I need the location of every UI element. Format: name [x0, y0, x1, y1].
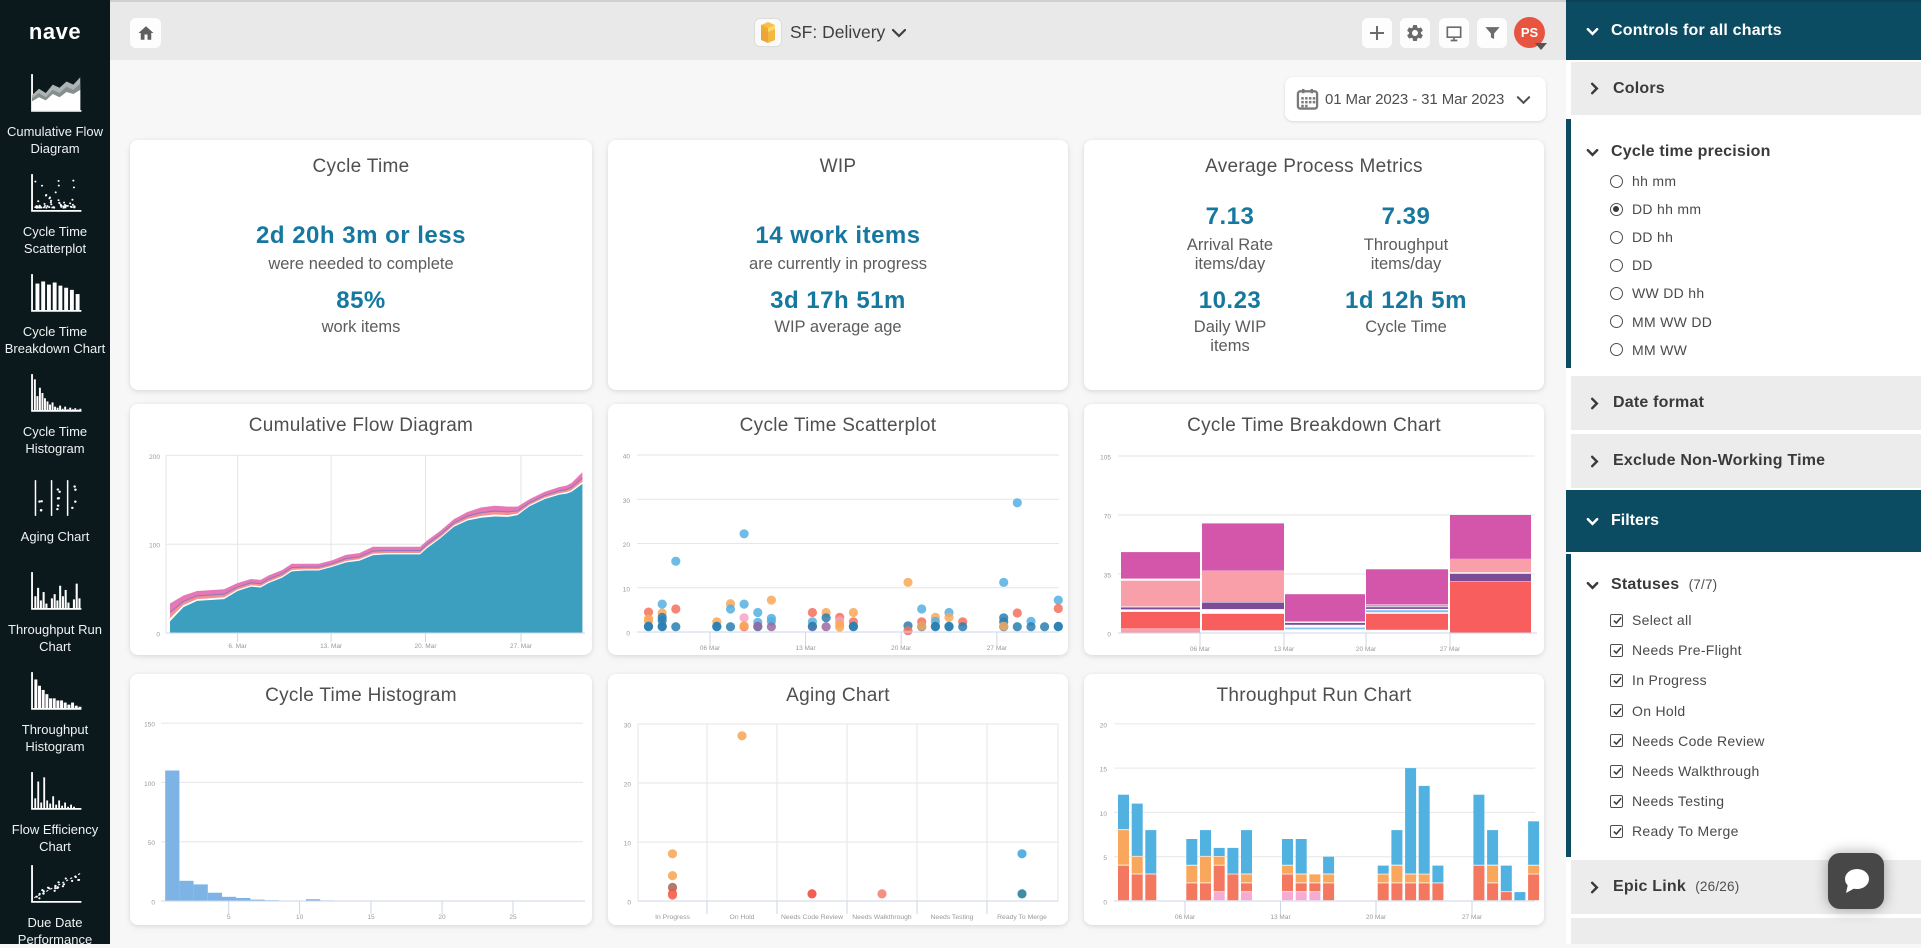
svg-text:0: 0 — [626, 631, 630, 638]
svg-text:50: 50 — [148, 840, 156, 847]
svg-text:100: 100 — [149, 543, 160, 550]
svg-text:Needs Testing: Needs Testing — [931, 914, 974, 921]
svg-text:150: 150 — [144, 722, 155, 729]
svg-text:20: 20 — [1100, 722, 1108, 729]
svg-text:35: 35 — [1104, 572, 1112, 579]
svg-text:27. Mar: 27. Mar — [510, 643, 533, 650]
svg-text:06 Mar: 06 Mar — [1175, 914, 1196, 921]
svg-text:10: 10 — [624, 841, 632, 848]
svg-text:20: 20 — [438, 914, 446, 921]
svg-text:06 Mar: 06 Mar — [700, 645, 721, 652]
svg-text:70: 70 — [1104, 513, 1112, 520]
svg-text:On Hold: On Hold — [730, 914, 755, 921]
svg-text:100: 100 — [144, 781, 155, 788]
svg-text:10: 10 — [1100, 811, 1108, 818]
svg-text:13. Mar: 13. Mar — [320, 643, 343, 650]
svg-text:13 Mar: 13 Mar — [795, 645, 816, 652]
svg-text:20. Mar: 20. Mar — [414, 643, 437, 650]
svg-text:5: 5 — [227, 914, 231, 921]
svg-text:20: 20 — [623, 542, 631, 549]
svg-text:0: 0 — [627, 900, 631, 907]
svg-text:30: 30 — [624, 723, 632, 730]
svg-text:27 Mar: 27 Mar — [1462, 914, 1483, 921]
svg-text:Ready To Merge: Ready To Merge — [997, 914, 1047, 921]
svg-text:20: 20 — [624, 782, 632, 789]
svg-text:In Progress: In Progress — [655, 914, 690, 921]
svg-text:6. Mar: 6. Mar — [228, 643, 247, 650]
svg-text:27 Mar: 27 Mar — [1440, 646, 1461, 653]
svg-text:20 Mar: 20 Mar — [1356, 646, 1377, 653]
svg-text:0: 0 — [156, 632, 160, 639]
svg-text:20 Mar: 20 Mar — [1366, 914, 1387, 921]
svg-text:13 Mar: 13 Mar — [1274, 646, 1295, 653]
svg-text:15: 15 — [367, 914, 375, 921]
svg-text:25: 25 — [509, 914, 517, 921]
svg-text:10: 10 — [623, 586, 631, 593]
svg-text:40: 40 — [623, 454, 631, 461]
svg-text:5: 5 — [1103, 855, 1107, 862]
svg-text:Needs Code Review: Needs Code Review — [781, 914, 843, 921]
svg-text:0: 0 — [1107, 632, 1111, 639]
svg-text:0: 0 — [1103, 900, 1107, 907]
svg-text:0: 0 — [151, 900, 155, 907]
svg-text:200: 200 — [149, 454, 160, 461]
svg-text:105: 105 — [1100, 454, 1111, 461]
svg-text:06 Mar: 06 Mar — [1190, 646, 1211, 653]
svg-text:27 Mar: 27 Mar — [987, 645, 1008, 652]
svg-text:10: 10 — [296, 914, 304, 921]
svg-text:20 Mar: 20 Mar — [891, 645, 912, 652]
svg-text:13 Mar: 13 Mar — [1270, 914, 1291, 921]
svg-text:15: 15 — [1100, 767, 1108, 774]
svg-text:Needs Walkthrough: Needs Walkthrough — [852, 914, 912, 921]
svg-text:30: 30 — [623, 498, 631, 505]
